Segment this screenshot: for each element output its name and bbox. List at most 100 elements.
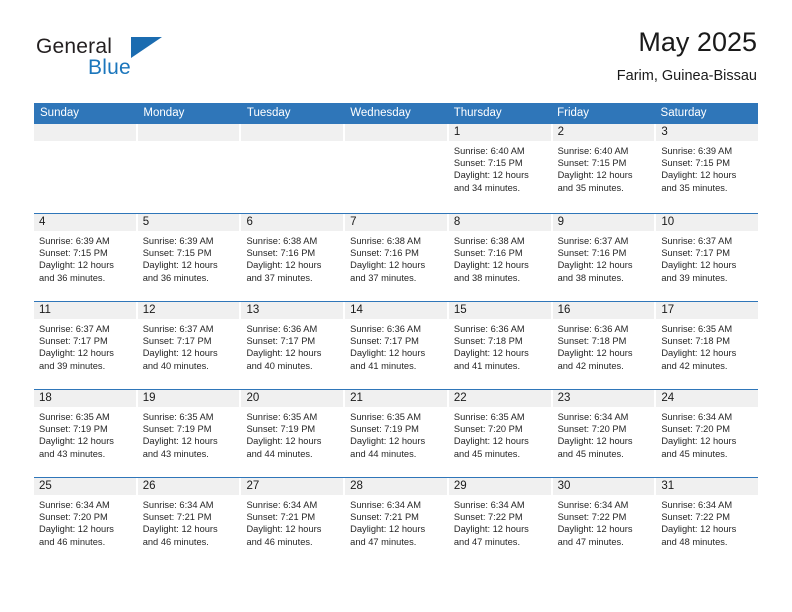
calendar-day-cell[interactable]: 25 Sunrise: 6:34 AM Sunset: 7:20 PM Dayligh… [34,478,138,565]
calendar-day-cell[interactable]: 22 Sunrise: 6:35 AM Sunset: 7:20 PM Dayligh… [448,390,553,477]
calendar-day-cell-empty [137,124,242,213]
day-sun-info: Sunrise: 6:35 AM Sunset: 7:18 PM Daylight:… [656,319,758,372]
sunset-time: Sunset: 7:20 PM [453,424,523,435]
sunset-time: Sunset: 7:18 PM [557,336,627,347]
day-number: 21 [345,390,447,407]
brand-name-general: General [36,35,113,58]
day-sun-info: Sunrise: 6:36 AM Sunset: 7:17 PM Daylight:… [241,319,343,372]
day-sun-info: Sunrise: 6:35 AM Sunset: 7:19 PM Daylight:… [138,407,240,460]
calendar-day-cell[interactable]: 31 Sunrise: 6:34 AM Sunset: 7:22 PM Dayligh… [656,478,759,565]
sunset-time: Sunset: 7:20 PM [661,424,731,435]
day-number: 12 [137,302,240,319]
day-sun-info: Sunrise: 6:36 AM Sunset: 7:18 PM Daylight:… [449,319,551,372]
calendar-day-cell[interactable]: 12 Sunrise: 6:37 AM Sunset: 7:17 PM Dayligh… [137,302,242,389]
sunrise-time: Sunrise: 6:35 AM [453,412,525,422]
calendar-day-cell[interactable]: 30 Sunrise: 6:34 AM Sunset: 7:22 PM Dayligh… [552,478,657,565]
sunrise-time: Sunrise: 6:36 AM [453,324,525,334]
daylight-duration: Daylight: 12 hours and 45 minutes. [453,436,529,459]
day-sun-info: Sunrise: 6:34 AM Sunset: 7:22 PM Daylight:… [449,495,551,548]
daylight-duration: Daylight: 12 hours and 44 minutes. [246,436,322,459]
sunrise-time: Sunrise: 6:35 AM [142,412,214,422]
sunset-time: Sunset: 7:19 PM [246,424,316,435]
sunrise-time: Sunrise: 6:37 AM [39,324,110,334]
sunset-time: Sunset: 7:21 PM [246,512,316,523]
calendar-day-cell[interactable]: 13 Sunrise: 6:36 AM Sunset: 7:17 PM Dayligh… [241,302,346,389]
sunset-time: Sunset: 7:16 PM [453,248,523,259]
calendar-day-cell[interactable]: 15 Sunrise: 6:36 AM Sunset: 7:18 PM Dayligh… [448,302,553,389]
day-sun-info: Sunrise: 6:36 AM Sunset: 7:18 PM Daylight:… [553,319,655,372]
sunset-time: Sunset: 7:17 PM [661,248,731,259]
daylight-duration: Daylight: 12 hours and 43 minutes. [142,436,218,459]
daylight-duration: Daylight: 12 hours and 46 minutes. [142,524,218,547]
sunrise-time: Sunrise: 6:38 AM [350,236,421,246]
calendar-day-cell[interactable]: 17 Sunrise: 6:35 AM Sunset: 7:18 PM Dayligh… [656,302,759,389]
daylight-duration: Daylight: 12 hours and 36 minutes. [39,260,114,283]
day-number: 5 [137,214,240,231]
calendar-day-cell[interactable]: 6 Sunrise: 6:38 AM Sunset: 7:16 PM Daylight… [241,214,346,301]
sunrise-time: Sunrise: 6:34 AM [661,500,733,510]
calendar-day-cell[interactable]: 7 Sunrise: 6:38 AM Sunset: 7:16 PM Daylight… [345,214,449,301]
sunrise-time: Sunrise: 6:34 AM [246,500,318,510]
calendar-day-cell[interactable]: 9 Sunrise: 6:37 AM Sunset: 7:16 PM Daylight… [552,214,657,301]
sunset-time: Sunset: 7:16 PM [557,248,627,259]
weekday-header-row: Sunday Monday Tuesday Wednesday Thursday Frid… [34,103,758,124]
day-number: 30 [552,478,655,495]
calendar-day-cell[interactable]: 1 Sunrise: 6:40 AM Sunset: 7:15 PM Daylight… [448,124,553,213]
calendar-day-cell[interactable]: 16 Sunrise: 6:36 AM Sunset: 7:18 PM Dayligh… [552,302,657,389]
sunset-time: Sunset: 7:22 PM [661,512,731,523]
calendar-day-cell[interactable]: 14 Sunrise: 6:36 AM Sunset: 7:17 PM Dayligh… [345,302,449,389]
calendar-day-cell[interactable]: 26 Sunrise: 6:34 AM Sunset: 7:21 PM Dayligh… [137,478,242,565]
calendar-day-cell[interactable]: 18 Sunrise: 6:35 AM Sunset: 7:19 PM Dayligh… [34,390,138,477]
calendar-day-cell[interactable]: 8 Sunrise: 6:38 AM Sunset: 7:16 PM Daylight… [448,214,553,301]
calendar-day-cell-empty [345,124,449,213]
calendar-day-cell[interactable]: 23 Sunrise: 6:34 AM Sunset: 7:20 PM Dayligh… [552,390,657,477]
sunrise-time: Sunrise: 6:34 AM [557,412,629,422]
day-number: 7 [345,214,447,231]
calendar-day-cell[interactable]: 21 Sunrise: 6:35 AM Sunset: 7:19 PM Dayligh… [345,390,449,477]
day-sun-info: Sunrise: 6:40 AM Sunset: 7:15 PM Daylight:… [553,141,655,194]
day-number: 3 [656,124,759,141]
calendar-day-cell[interactable]: 3 Sunrise: 6:39 AM Sunset: 7:15 PM Daylight… [656,124,759,213]
weekday-header-thursday: Thursday [453,107,502,119]
sunset-time: Sunset: 7:20 PM [557,424,627,435]
sunrise-time: Sunrise: 6:36 AM [557,324,629,334]
daylight-duration: Daylight: 12 hours and 41 minutes. [350,348,426,371]
calendar-day-cell[interactable]: 19 Sunrise: 6:35 AM Sunset: 7:19 PM Dayligh… [137,390,242,477]
calendar-day-cell[interactable]: 2 Sunrise: 6:40 AM Sunset: 7:15 PM Daylight… [552,124,657,213]
sunset-time: Sunset: 7:17 PM [142,336,212,347]
calendar-day-cell[interactable]: 24 Sunrise: 6:34 AM Sunset: 7:20 PM Dayligh… [656,390,759,477]
sunrise-time: Sunrise: 6:36 AM [246,324,318,334]
brand-logo[interactable]: General Blue [34,36,244,88]
calendar-day-cell-empty [241,124,346,213]
sunrise-time: Sunrise: 6:34 AM [39,500,110,510]
triangle-logo-icon [131,37,162,58]
calendar-day-cell[interactable]: 5 Sunrise: 6:39 AM Sunset: 7:15 PM Daylight… [137,214,242,301]
day-sun-info: Sunrise: 6:34 AM Sunset: 7:20 PM Daylight:… [553,407,655,460]
sunset-time: Sunset: 7:15 PM [142,248,212,259]
day-number: 15 [448,302,551,319]
day-number: 2 [552,124,655,141]
sunrise-time: Sunrise: 6:37 AM [142,324,214,334]
daylight-duration: Daylight: 12 hours and 34 minutes. [453,170,529,193]
daylight-duration: Daylight: 12 hours and 37 minutes. [246,260,322,283]
sunrise-time: Sunrise: 6:36 AM [350,324,421,334]
day-number: 26 [137,478,240,495]
calendar-day-cell[interactable]: 10 Sunrise: 6:37 AM Sunset: 7:17 PM Dayligh… [656,214,759,301]
day-sun-info: Sunrise: 6:34 AM Sunset: 7:21 PM Daylight:… [138,495,240,548]
calendar-page: General Blue May 2025 Farim, Guinea-Biss… [0,0,792,612]
daylight-duration: Daylight: 12 hours and 39 minutes. [39,348,114,371]
day-sun-info: Sunrise: 6:37 AM Sunset: 7:16 PM Daylight:… [553,231,655,284]
calendar-day-cell[interactable]: 11 Sunrise: 6:37 AM Sunset: 7:17 PM Dayligh… [34,302,138,389]
calendar-week-row: 25 Sunrise: 6:34 AM Sunset: 7:20 PM Dayligh… [34,477,759,565]
daylight-duration: Daylight: 12 hours and 47 minutes. [557,524,633,547]
calendar-day-cell[interactable]: 28 Sunrise: 6:34 AM Sunset: 7:21 PM Dayligh… [345,478,449,565]
day-sun-info: Sunrise: 6:35 AM Sunset: 7:19 PM Daylight:… [241,407,343,460]
day-number: 14 [345,302,447,319]
calendar-day-cell[interactable]: 27 Sunrise: 6:34 AM Sunset: 7:21 PM Dayligh… [241,478,346,565]
calendar-day-cell[interactable]: 29 Sunrise: 6:34 AM Sunset: 7:22 PM Dayligh… [448,478,553,565]
calendar-day-cell[interactable]: 20 Sunrise: 6:35 AM Sunset: 7:19 PM Dayligh… [241,390,346,477]
calendar-grid: Sunday Monday Tuesday Wednesday Thursday Frid… [34,103,759,565]
sunrise-time: Sunrise: 6:37 AM [661,236,733,246]
calendar-day-cell[interactable]: 4 Sunrise: 6:39 AM Sunset: 7:15 PM Daylight… [34,214,138,301]
day-number: 10 [656,214,759,231]
